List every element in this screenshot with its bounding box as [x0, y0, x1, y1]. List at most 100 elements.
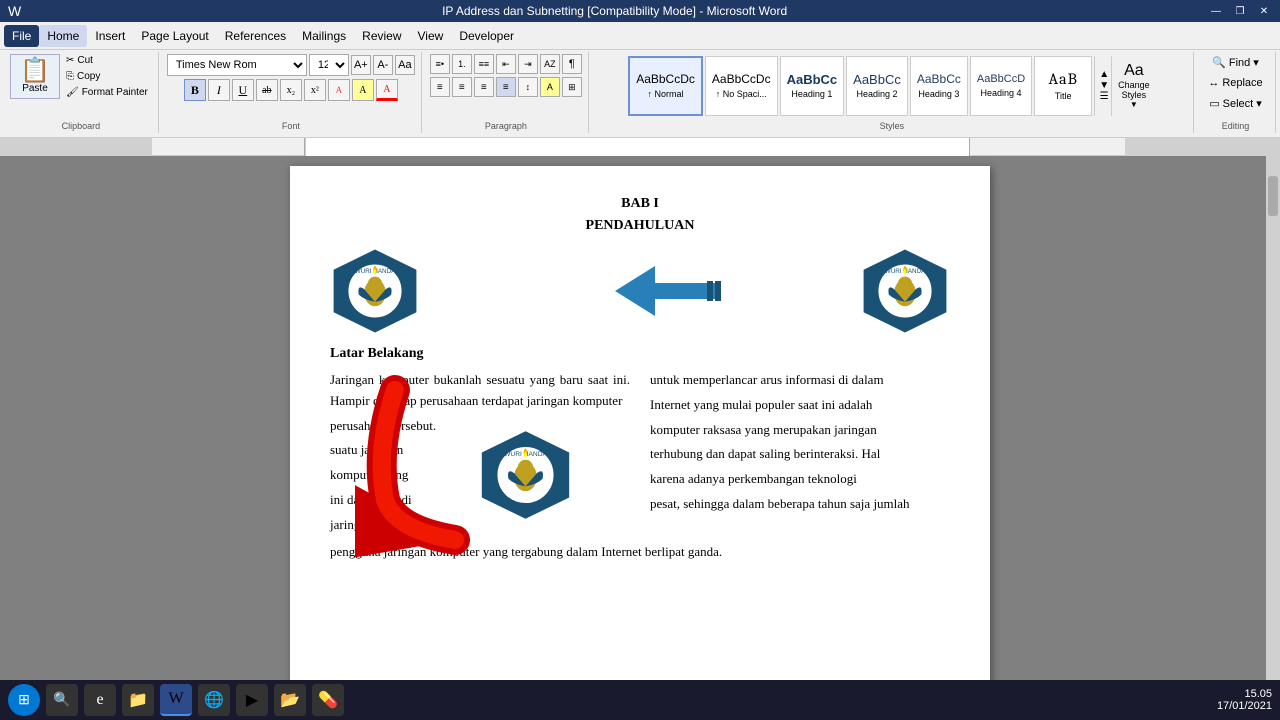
- borders-button[interactable]: ⊞: [562, 77, 582, 97]
- select-icon: ▭: [1209, 97, 1219, 110]
- two-col-content: Jaringan komputer bukanlah sesuatu yang …: [330, 370, 950, 536]
- clipboard-label: Clipboard: [4, 121, 158, 131]
- style-nospacing-label: ↑ No Spaci...: [716, 89, 767, 99]
- show-marks-button[interactable]: ¶: [562, 54, 582, 74]
- sort-button[interactable]: AZ: [540, 54, 560, 74]
- underline-button[interactable]: U: [232, 79, 254, 101]
- highlight-button[interactable]: A: [352, 79, 374, 101]
- blue-arrow: [555, 261, 725, 321]
- style-heading2-button[interactable]: AaBbCc Heading 2: [846, 56, 908, 116]
- align-center-button[interactable]: ≡: [452, 77, 472, 97]
- title-bar: W IP Address dan Subnetting [Compatibili…: [0, 0, 1280, 22]
- styles-more[interactable]: ☰: [1100, 91, 1109, 102]
- paste-label: Paste: [22, 83, 48, 94]
- taskbar-files[interactable]: 📂: [274, 684, 306, 716]
- line-spacing-button[interactable]: ↕: [518, 77, 538, 97]
- taskbar-media[interactable]: ▶: [236, 684, 268, 716]
- align-left-button[interactable]: ≡: [430, 77, 450, 97]
- style-title-button[interactable]: AaB Title: [1034, 56, 1092, 116]
- taskbar-explorer[interactable]: 📁: [122, 684, 154, 716]
- style-normal-button[interactable]: AaBbCcDc ↑ Normal: [628, 56, 703, 116]
- scrollbar-vertical[interactable]: [1266, 156, 1280, 692]
- bullets-button[interactable]: ≡•: [430, 54, 450, 74]
- ruler: [0, 138, 1280, 156]
- search-button[interactable]: 🔍: [46, 684, 78, 716]
- italic-button[interactable]: I: [208, 79, 230, 101]
- minimize-button[interactable]: —: [1208, 3, 1224, 19]
- menu-developer[interactable]: Developer: [451, 25, 522, 47]
- menu-home[interactable]: Home: [39, 25, 87, 47]
- window-title: IP Address dan Subnetting [Compatibility…: [21, 4, 1208, 18]
- replace-button[interactable]: ↔ Replace: [1204, 75, 1266, 91]
- ruler-left: [0, 138, 152, 156]
- style-h2-preview: AaBbCc: [853, 72, 901, 88]
- menu-mailings[interactable]: Mailings: [294, 25, 354, 47]
- bottom-paragraph: pengguna jaringan komputer yang tergabun…: [330, 542, 950, 563]
- menu-review[interactable]: Review: [354, 25, 409, 47]
- taskbar-date: 17/01/2021: [1217, 700, 1272, 712]
- cut-button[interactable]: ✂ Cut: [62, 54, 152, 67]
- font-name-select[interactable]: Times New Rom: [167, 54, 307, 76]
- restore-button[interactable]: ❐: [1232, 3, 1248, 19]
- section-heading: Latar Belakang: [330, 346, 950, 362]
- subscript-button[interactable]: x₂: [280, 79, 302, 101]
- overlay-logo-container: TUT WURI HANDAYANI: [478, 425, 573, 529]
- taskbar-chrome[interactable]: 🌐: [198, 684, 230, 716]
- font-color-button[interactable]: A: [376, 79, 398, 101]
- logo-left: TUT WURI HANDAYANI: [330, 246, 420, 336]
- taskbar-edge[interactable]: e: [84, 684, 116, 716]
- style-nospacing-button[interactable]: AaBbCcDc ↑ No Spaci...: [705, 56, 778, 116]
- replace-icon: ↔: [1208, 77, 1219, 89]
- change-styles-arrow: ▼: [1130, 100, 1138, 109]
- menu-insert[interactable]: Insert: [87, 25, 133, 47]
- scrollbar-thumb[interactable]: [1268, 176, 1278, 216]
- clear-format-button[interactable]: Aa: [395, 55, 415, 75]
- font-shrink-button[interactable]: A-: [373, 55, 393, 75]
- find-button[interactable]: 🔍 Find ▾: [1208, 54, 1263, 71]
- close-button[interactable]: ✕: [1256, 3, 1272, 19]
- increase-indent-button[interactable]: ⇥: [518, 54, 538, 74]
- paragraph-group: ≡• 1. ≡≡ ⇤ ⇥ AZ ¶ ≡ ≡ ≡ ≡ ↕ A ⊞ Paragrap…: [424, 52, 589, 133]
- style-heading3-button[interactable]: AaBbCc Heading 3: [910, 56, 968, 116]
- taskbar-app[interactable]: 💊: [312, 684, 344, 716]
- font-size-select[interactable]: 12: [309, 54, 349, 76]
- format-painter-button[interactable]: 🖌 Format Painter: [62, 86, 152, 99]
- decrease-indent-button[interactable]: ⇤: [496, 54, 516, 74]
- multilevel-button[interactable]: ≡≡: [474, 54, 494, 74]
- paste-button[interactable]: 📋 Paste: [10, 54, 60, 99]
- change-styles-icon: Aa: [1124, 62, 1144, 80]
- taskbar-word[interactable]: W: [160, 684, 192, 716]
- styles-label: Styles: [591, 121, 1193, 131]
- menu-pagelayout[interactable]: Page Layout: [133, 25, 216, 47]
- shading-button[interactable]: A: [540, 77, 560, 97]
- align-right-button[interactable]: ≡: [474, 77, 494, 97]
- overlay-logo: TUT WURI HANDAYANI: [478, 425, 573, 525]
- menu-file[interactable]: File: [4, 25, 39, 47]
- document-page[interactable]: BAB I PENDAHULUAN TUT WURI HANDAYANI: [290, 166, 990, 692]
- select-button[interactable]: ▭ Select ▾: [1205, 95, 1266, 112]
- style-h1-preview: AaBbCc: [787, 72, 838, 88]
- menu-view[interactable]: View: [410, 25, 452, 47]
- style-heading1-button[interactable]: AaBbCc Heading 1: [780, 56, 845, 116]
- start-button[interactable]: ⊞: [8, 684, 40, 716]
- copy-button[interactable]: ⎘ Copy: [62, 70, 152, 83]
- style-heading4-button[interactable]: AaBbCcD Heading 4: [970, 56, 1032, 116]
- strikethrough-button[interactable]: ab: [256, 79, 278, 101]
- font-grow-button[interactable]: A+: [351, 55, 371, 75]
- cut-icon: ✂: [66, 55, 74, 66]
- format-painter-icon: 🖌: [66, 87, 79, 98]
- editing-label: Editing: [1196, 121, 1275, 131]
- numbering-button[interactable]: 1.: [452, 54, 472, 74]
- style-title-preview: AaB: [1049, 70, 1078, 89]
- bold-button[interactable]: B: [184, 79, 206, 101]
- superscript-button[interactable]: x²: [304, 79, 326, 101]
- menu-references[interactable]: References: [217, 25, 294, 47]
- styles-scroll-down[interactable]: ▼: [1099, 80, 1109, 91]
- text-effects-button[interactable]: A: [328, 79, 350, 101]
- styles-scroll-up[interactable]: ▲: [1099, 69, 1109, 80]
- menu-bar: File Home Insert Page Layout References …: [0, 22, 1280, 50]
- taskbar: ⊞ 🔍 e 📁 W 🌐 ▶ 📂 💊 15.05 17/01/2021: [0, 680, 1280, 720]
- change-styles-button[interactable]: Aa ChangeStyles ▼: [1111, 56, 1156, 116]
- justify-button[interactable]: ≡: [496, 77, 516, 97]
- styles-group: AaBbCcDc ↑ Normal AaBbCcDc ↑ No Spaci...…: [591, 52, 1194, 133]
